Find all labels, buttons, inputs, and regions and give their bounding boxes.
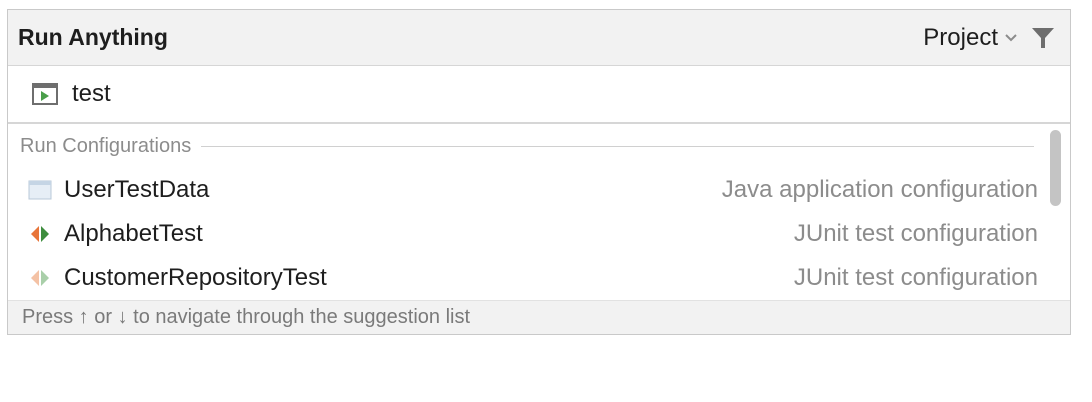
junit-icon [28, 223, 52, 245]
item-name: UserTestData [64, 176, 210, 203]
group-label: Run Configurations [20, 134, 192, 157]
item-type: JUnit test configuration [793, 264, 1038, 291]
item-left: UserTestData [28, 176, 209, 204]
junit-icon [28, 267, 52, 289]
popup-title: Run Anything [18, 24, 168, 50]
list-item-usertestdata[interactable]: UserTestData Java application configurat… [8, 168, 1070, 212]
popup-header: Run Anything Project [8, 10, 1070, 66]
run-terminal-icon [32, 83, 58, 105]
item-name: CustomerRepositoryTest [64, 264, 327, 291]
item-type: Java application configuration [721, 176, 1038, 203]
list-item-customerrepositorytest[interactable]: CustomerRepositoryTest JUnit test config… [8, 256, 1070, 300]
group-separator [201, 145, 1034, 147]
group-header: Run Configurations [8, 124, 1070, 168]
chevron-down-icon [1004, 31, 1018, 45]
filter-icon[interactable] [1030, 25, 1056, 51]
java-application-icon [28, 179, 52, 201]
item-left: AlphabetTest [28, 220, 203, 248]
list-item-alphabettest[interactable]: AlphabetTest JUnit test configuration [8, 212, 1070, 256]
results-list: Run Configurations UserTestData Java app… [8, 124, 1070, 300]
scrollbar-thumb[interactable] [1050, 130, 1061, 206]
search-row [8, 66, 1070, 124]
footer-hint-text: Press ↑ or ↓ to navigate through the sug… [22, 306, 471, 328]
scope-label: Project [923, 23, 998, 51]
item-left: CustomerRepositoryTest [28, 264, 327, 292]
scope-dropdown[interactable]: Project [923, 24, 1018, 52]
item-type: JUnit test configuration [793, 220, 1038, 247]
header-controls: Project [923, 24, 1056, 52]
footer-hint: Press ↑ or ↓ to navigate through the sug… [8, 300, 1070, 334]
run-anything-popup: Run Anything Project Run Configurat [7, 9, 1071, 335]
item-name: AlphabetTest [64, 220, 203, 247]
search-input[interactable] [72, 80, 972, 108]
